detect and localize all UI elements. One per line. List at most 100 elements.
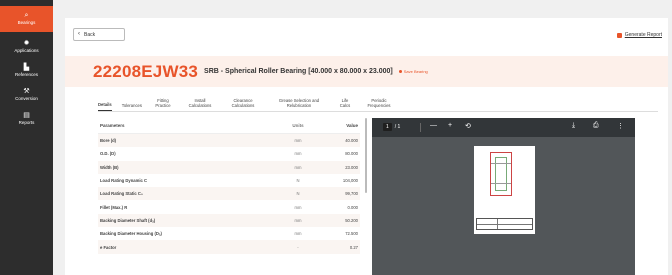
- bearing-drawing: [490, 152, 512, 196]
- param-name: Load Rating Static C₀: [100, 191, 143, 197]
- table-row: Load Rating Static C₀ N 99,700: [98, 187, 360, 201]
- tab-grease-selection[interactable]: Grease Selection and Relubrication: [270, 98, 328, 111]
- tab-clearance-calculations[interactable]: Clearance Calculations: [226, 98, 260, 111]
- pdf-page: [474, 146, 535, 234]
- download-icon[interactable]: ⤓: [572, 122, 575, 130]
- table-header: Parameters Units Value: [98, 118, 360, 134]
- bearing-title-band: 22208EJW33 SRB - Spherical Roller Bearin…: [65, 56, 668, 87]
- tab-bar: Details Tolerances Fitting Practice Inst…: [98, 94, 658, 112]
- page-number-input[interactable]: 1: [383, 123, 392, 131]
- param-unit: mm: [294, 151, 302, 157]
- print-icon[interactable]: ⎙: [593, 122, 599, 130]
- tab-details[interactable]: Details: [98, 102, 112, 111]
- drawing-title-block: [476, 218, 533, 230]
- generate-report-label: Generate Report: [624, 32, 662, 38]
- sidebar-item-reports[interactable]: ▤ Reports: [0, 108, 53, 130]
- table-body: Bore (d) mm 40.000 O.D. (D) mm 80.000 Wi…: [98, 134, 360, 254]
- app-root: ⌕ Bearings ✹ Applications ▙ References ⚒…: [0, 0, 672, 275]
- sidebar-item-conversion[interactable]: ⚒ Conversion: [0, 84, 53, 106]
- zoom-out-button[interactable]: —: [430, 122, 437, 129]
- param-value: 0.000: [347, 204, 358, 210]
- table-row: Backing Diameter Shaft (dₐ) mm 50.200: [98, 213, 360, 228]
- table-row: Fillet (Max.) R mm 0.000: [98, 200, 360, 213]
- parameters-table: Parameters Units Value Bore (d) mm 40.00…: [98, 118, 360, 254]
- table-row: e Factor - 0.27: [98, 240, 360, 254]
- top-bar: ‹ Back Generate Report: [65, 18, 668, 50]
- fit-page-icon[interactable]: ⟲: [465, 122, 471, 130]
- search-icon: ⌕: [24, 12, 29, 19]
- report-icon: ▤: [23, 112, 30, 119]
- pdf-viewer: 1 / 1 — + ⟲ ⤓ ⎙ ⋮: [372, 118, 635, 275]
- title-block-line: [497, 219, 498, 229]
- more-vertical-icon[interactable]: ⋮: [617, 122, 624, 130]
- part-number: 22208EJW33: [93, 61, 199, 81]
- param-name: Bore (d): [100, 138, 117, 144]
- param-value: 40.000: [345, 138, 358, 144]
- param-value: 0.27: [349, 244, 358, 250]
- table-row: O.D. (D) mm 80.000: [98, 147, 360, 160]
- sidebar-item-applications[interactable]: ✹ Applications: [0, 36, 53, 58]
- param-unit: N: [296, 178, 300, 184]
- column-header-value: Value: [346, 123, 358, 128]
- table-row: Backing Diameter Housing (Dₐ) mm 72.500: [98, 227, 360, 240]
- table-row: Width (B) mm 23.000: [98, 160, 360, 174]
- param-value: 80.000: [345, 151, 358, 157]
- chevron-left-icon: ‹: [78, 31, 80, 37]
- gear-icon: ✹: [23, 40, 30, 47]
- param-value: 99,700: [345, 191, 358, 197]
- param-unit: mm: [294, 164, 302, 170]
- table-scrollbar[interactable]: [365, 118, 367, 193]
- title-block-line: [477, 224, 532, 225]
- tab-tolerances[interactable]: Tolerances: [122, 103, 142, 111]
- param-name: Fillet (Max.) R: [100, 204, 128, 210]
- param-unit: mm: [294, 217, 302, 223]
- param-name: Backing Diameter Housing (Dₐ): [100, 231, 162, 237]
- page-indicator: 1 / 1: [383, 123, 400, 131]
- param-unit: mm: [294, 138, 302, 144]
- param-name: O.D. (D): [100, 151, 116, 157]
- column-header-units: Units: [292, 123, 304, 128]
- tab-install-calculations[interactable]: Install Calculations: [184, 98, 216, 111]
- pdf-toolbar: 1 / 1 — + ⟲ ⤓ ⎙ ⋮: [372, 118, 635, 137]
- star-icon: [398, 70, 402, 73]
- wrench-icon: ⚒: [23, 88, 30, 95]
- books-icon: ▙: [23, 64, 30, 71]
- report-icon: [616, 32, 622, 38]
- param-name: Load Rating Dynamic C: [100, 178, 147, 184]
- back-button[interactable]: ‹ Back: [73, 28, 125, 41]
- bearing-description: SRB - Spherical Roller Bearing [40.000 x…: [204, 68, 393, 75]
- save-bearing-button[interactable]: Save Bearing: [398, 69, 428, 74]
- column-header-parameters: Parameters: [100, 123, 125, 128]
- param-value: 23.000: [345, 164, 358, 170]
- sidebar-item-label: Bearings: [17, 20, 36, 25]
- sidebar-item-bearings[interactable]: ⌕ Bearings: [0, 6, 53, 32]
- save-bearing-label: Save Bearing: [403, 69, 428, 74]
- table-row: Bore (d) mm 40.000: [98, 134, 360, 148]
- param-unit: mm: [294, 231, 302, 237]
- param-value: 50.200: [345, 217, 358, 223]
- param-name: Width (B): [100, 164, 119, 170]
- drawing-line: [491, 183, 511, 184]
- main-panel: ‹ Back Generate Report 22208EJW33 SRB - …: [65, 18, 668, 275]
- sidebar-item-label: References: [14, 72, 38, 77]
- param-name: Backing Diameter Shaft (dₐ): [100, 217, 156, 223]
- sidebar-item-label: Conversion: [15, 96, 38, 101]
- sidebar-item-label: Reports: [18, 120, 35, 125]
- zoom-in-button[interactable]: +: [448, 122, 452, 129]
- sidebar: ⌕ Bearings ✹ Applications ▙ References ⚒…: [0, 0, 53, 275]
- back-button-label: Back: [84, 31, 96, 38]
- tab-fitting-practice[interactable]: Fitting Practice: [152, 98, 174, 111]
- page-total: / 1: [394, 124, 401, 130]
- param-unit: -: [297, 244, 299, 250]
- tab-life-calcs[interactable]: Life Calcs: [338, 98, 352, 111]
- generate-report-link[interactable]: Generate Report: [616, 32, 662, 38]
- table-row: Load Rating Dynamic C N 104,000: [98, 174, 360, 187]
- toolbar-divider: [420, 123, 421, 132]
- sidebar-item-references[interactable]: ▙ References: [0, 60, 53, 82]
- param-value: 72.500: [345, 231, 358, 237]
- tab-periodic-frequencies[interactable]: Periodic Frequencies: [362, 98, 396, 111]
- drawing-line: [491, 163, 511, 164]
- param-value: 104,000: [342, 178, 358, 184]
- sidebar-item-label: Applications: [14, 48, 39, 53]
- param-name: e Factor: [100, 244, 117, 250]
